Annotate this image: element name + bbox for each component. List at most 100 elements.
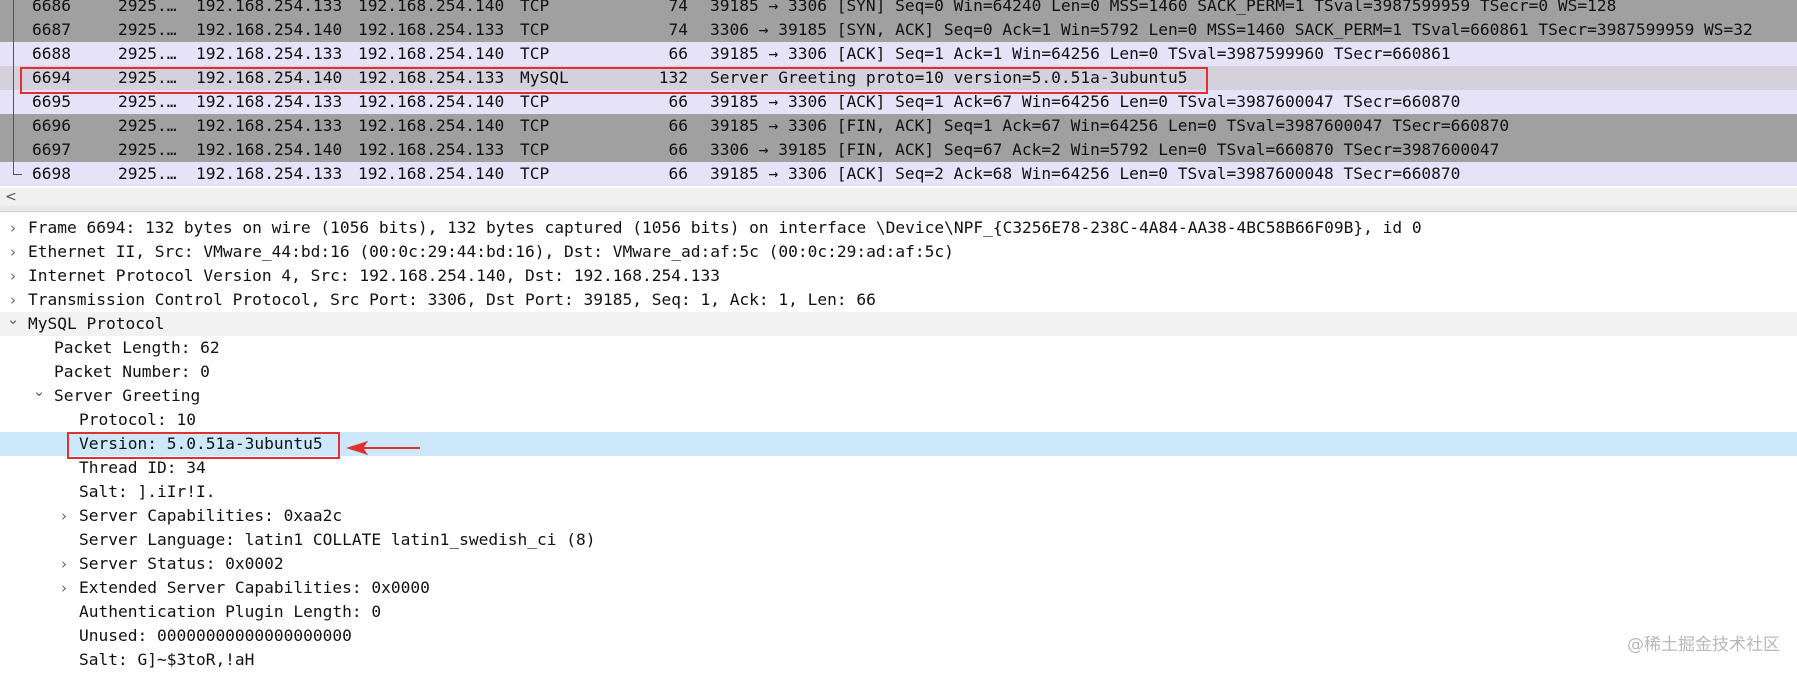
packet-dst-cell: 192.168.254.140 bbox=[358, 0, 505, 15]
packet-row-annotation-box bbox=[20, 67, 1208, 94]
conversation-bracket bbox=[13, 0, 14, 174]
detail-row-text: Salt: G]~$3toR,!aH bbox=[79, 650, 255, 669]
packet-len-cell: 74 bbox=[668, 0, 689, 15]
detail-row-text: Protocol: 10 bbox=[79, 410, 196, 429]
detail-row[interactable]: ⌄ MySQL Protocol bbox=[0, 310, 1797, 336]
detail-row-text: Authentication Plugin Length: 0 bbox=[79, 602, 382, 621]
detail-row[interactable]: Thread ID: 34 bbox=[0, 456, 1797, 480]
detail-row[interactable]: › Ethernet II, Src: VMware_44:bd:16 (00:0… bbox=[0, 240, 1797, 264]
detail-row-text: Server Language: latin1 COLLATE latin1_s… bbox=[79, 530, 596, 549]
conversation-bracket-end bbox=[13, 174, 22, 175]
packet-info-cell: 39185 → 3306 [FIN, ACK] Seq=1 Ack=67 Win… bbox=[710, 116, 1510, 135]
packet-row[interactable]: 6687 2925.… 192.168.254.140 192.168.254.133… bbox=[0, 18, 1797, 42]
packet-time-cell: 2925.… bbox=[118, 116, 177, 135]
detail-row-text: Extended Server Capabilities: 0x0000 bbox=[79, 578, 430, 597]
packet-time-cell: 2925.… bbox=[118, 44, 177, 63]
packet-proto-cell: TCP bbox=[520, 44, 550, 63]
chevron-down-icon[interactable]: ⌄ bbox=[6, 307, 20, 331]
scroll-left-icon[interactable]: < bbox=[5, 188, 17, 206]
detail-row[interactable]: › Server Status: 0x0002 bbox=[0, 552, 1797, 576]
packet-dst-cell: 192.168.254.140 bbox=[358, 164, 505, 183]
detail-row-text: Server Greeting bbox=[54, 386, 201, 405]
packet-proto-cell: TCP bbox=[520, 140, 550, 159]
packet-no-cell: 6688 bbox=[32, 44, 71, 63]
packet-row[interactable]: 6696 2925.… 192.168.254.133 192.168.254.140… bbox=[0, 114, 1797, 138]
detail-row-text: Server Status: 0x0002 bbox=[79, 554, 284, 573]
version-field-annotation-box bbox=[67, 432, 340, 459]
packet-proto-cell: TCP bbox=[520, 116, 550, 135]
packet-len-cell: 74 bbox=[668, 20, 689, 39]
chevron-right-icon[interactable]: › bbox=[6, 216, 20, 240]
packet-row[interactable]: 6698 2925.… 192.168.254.133 192.168.254.140… bbox=[0, 162, 1797, 186]
packet-src-cell: 192.168.254.140 bbox=[196, 140, 343, 159]
packet-len-cell: 66 bbox=[668, 44, 689, 63]
packet-time-cell: 2925.… bbox=[118, 20, 177, 39]
detail-row-text: Internet Protocol Version 4, Src: 192.16… bbox=[28, 266, 720, 285]
packet-info-cell: 3306 → 39185 [SYN, ACK] Seq=0 Ack=1 Win=… bbox=[710, 20, 1753, 39]
chevron-right-icon[interactable]: › bbox=[6, 240, 20, 264]
packet-info-cell: 39185 → 3306 [SYN] Seq=0 Win=64240 Len=0… bbox=[710, 0, 1617, 15]
packet-dst-cell: 192.168.254.133 bbox=[358, 20, 505, 39]
packet-len-cell: 66 bbox=[668, 116, 689, 135]
detail-row-text: Ethernet II, Src: VMware_44:bd:16 (00:0c… bbox=[28, 242, 954, 261]
watermark: @稀土掘金技术社区 bbox=[1627, 635, 1780, 655]
packet-proto-cell: TCP bbox=[520, 0, 550, 15]
detail-row[interactable]: Protocol: 10 bbox=[0, 408, 1797, 432]
detail-row-text: Thread ID: 34 bbox=[79, 458, 206, 477]
detail-row[interactable]: › Frame 6694: 132 bytes on wire (1056 bit… bbox=[0, 216, 1797, 240]
packet-no-cell: 6696 bbox=[32, 116, 71, 135]
chevron-down-icon[interactable]: ⌄ bbox=[32, 379, 46, 403]
packet-time-cell: 2925.… bbox=[118, 164, 177, 183]
packet-row[interactable]: 6686 2925.… 192.168.254.133 192.168.254.140… bbox=[0, 0, 1797, 18]
detail-row[interactable]: Authentication Plugin Length: 0 bbox=[0, 600, 1797, 624]
horizontal-scrollbar[interactable]: < bbox=[0, 188, 1797, 207]
detail-row-text: Transmission Control Protocol, Src Port:… bbox=[28, 290, 876, 309]
detail-row[interactable]: Unused: 00000000000000000000 bbox=[0, 624, 1797, 648]
detail-row[interactable]: › Internet Protocol Version 4, Src: 192.1… bbox=[0, 264, 1797, 288]
detail-row-text: Frame 6694: 132 bytes on wire (1056 bits… bbox=[28, 218, 1422, 237]
packet-dst-cell: 192.168.254.140 bbox=[358, 44, 505, 63]
pane-splitter[interactable] bbox=[0, 206, 1797, 212]
detail-row[interactable]: Server Language: latin1 COLLATE latin1_s… bbox=[0, 528, 1797, 552]
detail-row[interactable]: Salt: G]~$3toR,!aH bbox=[0, 648, 1797, 672]
detail-row[interactable]: ⌄ Server Greeting bbox=[0, 382, 1797, 408]
detail-row-text: MySQL Protocol bbox=[28, 314, 165, 333]
packet-info-cell: 39185 → 3306 [ACK] Seq=2 Ack=68 Win=6425… bbox=[710, 164, 1461, 183]
packet-src-cell: 192.168.254.133 bbox=[196, 164, 343, 183]
detail-row[interactable]: Packet Length: 62 bbox=[0, 336, 1797, 360]
chevron-right-icon[interactable]: › bbox=[57, 576, 71, 600]
packet-info-cell: 39185 → 3306 [ACK] Seq=1 Ack=1 Win=64256… bbox=[710, 44, 1451, 63]
packet-list: 6686 2925.… 192.168.254.133 192.168.254.140… bbox=[0, 0, 1797, 190]
detail-row-text: Salt: ].iIr!I. bbox=[79, 482, 216, 501]
packet-src-cell: 192.168.254.133 bbox=[196, 116, 343, 135]
packet-dst-cell: 192.168.254.140 bbox=[358, 116, 505, 135]
packet-no-cell: 6697 bbox=[32, 140, 71, 159]
detail-row[interactable]: Packet Number: 0 bbox=[0, 360, 1797, 384]
packet-src-cell: 192.168.254.140 bbox=[196, 20, 343, 39]
chevron-right-icon[interactable]: › bbox=[57, 552, 71, 576]
packet-time-cell: 2925.… bbox=[118, 0, 177, 15]
detail-row[interactable]: › Server Capabilities: 0xaa2c bbox=[0, 504, 1797, 528]
packet-len-cell: 66 bbox=[668, 164, 689, 183]
packet-proto-cell: TCP bbox=[520, 164, 550, 183]
packet-len-cell: 66 bbox=[668, 140, 689, 159]
detail-row-text: Unused: 00000000000000000000 bbox=[79, 626, 352, 645]
detail-row[interactable]: Salt: ].iIr!I. bbox=[0, 480, 1797, 504]
packet-no-cell: 6687 bbox=[32, 20, 71, 39]
detail-row-text: Packet Length: 62 bbox=[54, 338, 220, 357]
packet-time-cell: 2925.… bbox=[118, 140, 177, 159]
packet-row[interactable]: 6688 2925.… 192.168.254.133 192.168.254.140… bbox=[0, 42, 1797, 66]
packet-no-cell: 6686 bbox=[32, 0, 71, 15]
detail-row[interactable]: › Extended Server Capabilities: 0x0000 bbox=[0, 576, 1797, 600]
packet-dst-cell: 192.168.254.133 bbox=[358, 140, 505, 159]
packet-proto-cell: TCP bbox=[520, 20, 550, 39]
packet-src-cell: 192.168.254.133 bbox=[196, 44, 343, 63]
packet-info-cell: 3306 → 39185 [FIN, ACK] Seq=67 Ack=2 Win… bbox=[710, 140, 1500, 159]
detail-row-text: Server Capabilities: 0xaa2c bbox=[79, 506, 343, 525]
annotation-arrow-icon bbox=[346, 441, 420, 455]
chevron-right-icon[interactable]: › bbox=[57, 504, 71, 528]
detail-row[interactable]: › Transmission Control Protocol, Src Port… bbox=[0, 288, 1797, 312]
chevron-right-icon[interactable]: › bbox=[6, 264, 20, 288]
packet-row[interactable]: 6697 2925.… 192.168.254.140 192.168.254.133… bbox=[0, 138, 1797, 162]
detail-row-text: Packet Number: 0 bbox=[54, 362, 210, 381]
